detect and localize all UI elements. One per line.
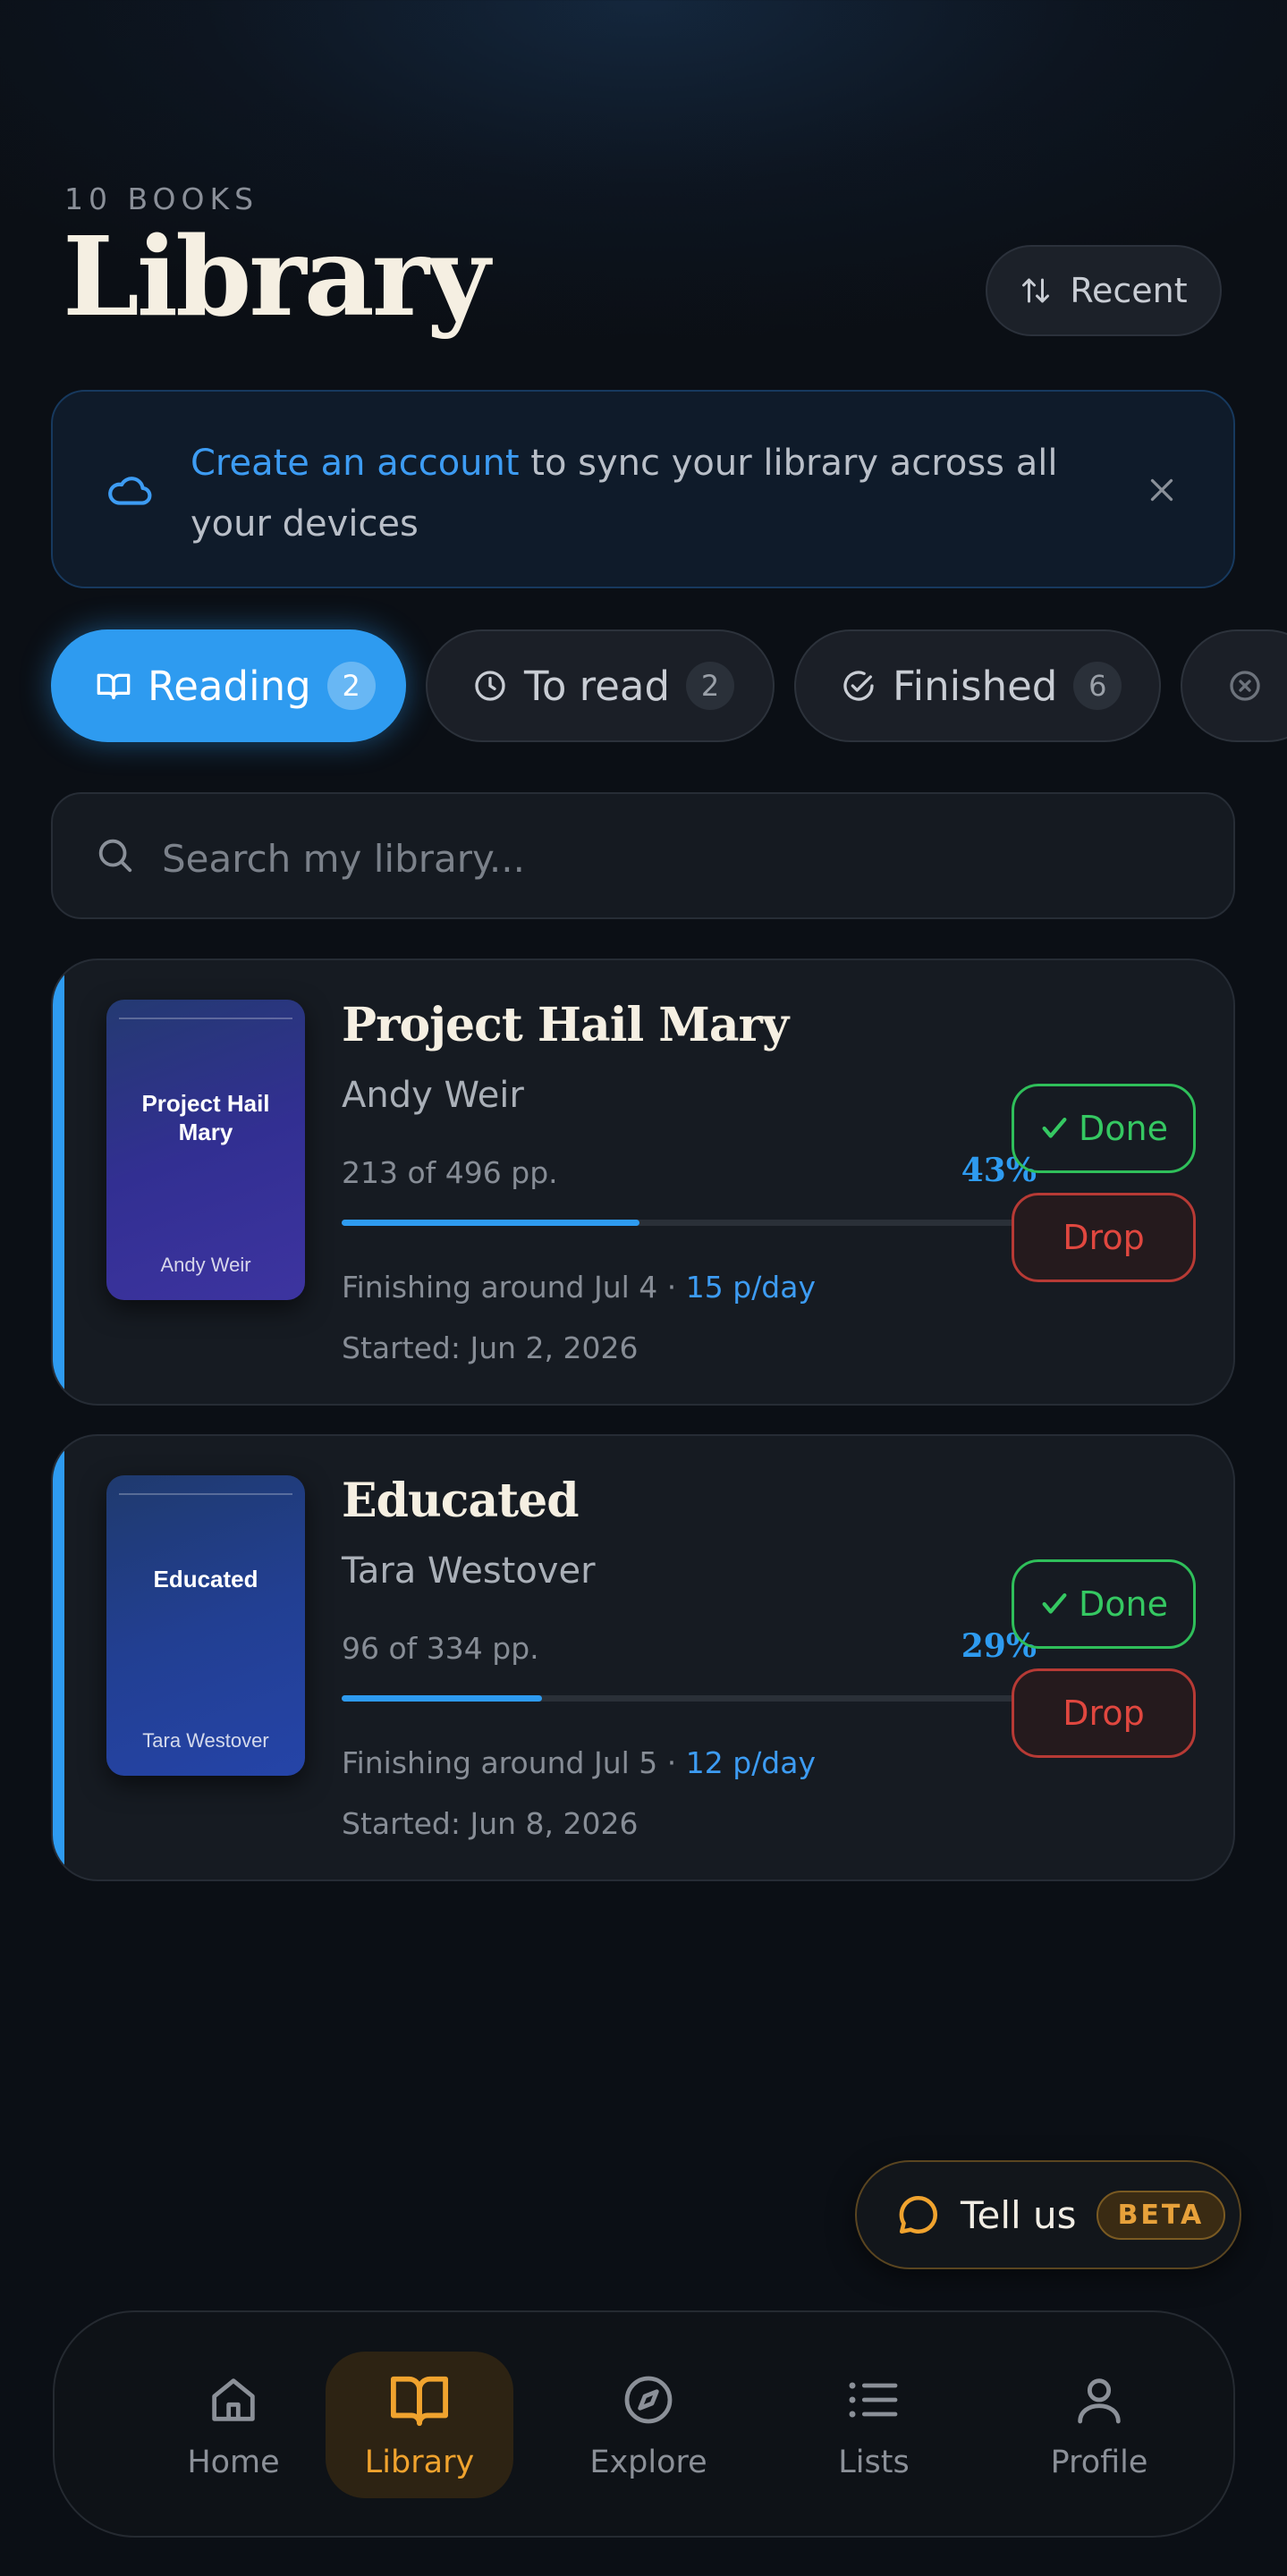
- started-date: Started: Jun 2, 2026: [342, 1330, 639, 1365]
- tab-reading[interactable]: Reading 2: [51, 629, 406, 742]
- checkmark-icon: [1039, 1113, 1070, 1144]
- done-button[interactable]: Done: [1012, 1084, 1196, 1173]
- tab-count-badge: 6: [1073, 662, 1122, 710]
- checkmark-icon: [1039, 1589, 1070, 1619]
- book-cover: Educated Tara Westover: [106, 1475, 305, 1776]
- x-circle-icon: [1227, 668, 1263, 704]
- finish-estimate: Finishing around Jul 5 · 12 p/day: [342, 1745, 817, 1780]
- nav-library[interactable]: Library: [326, 2312, 513, 2539]
- pages-per-day: 15 p/day: [685, 1270, 817, 1305]
- drop-button[interactable]: Drop: [1012, 1193, 1196, 1282]
- nav-label: Profile: [1050, 2445, 1148, 2480]
- finish-estimate: Finishing around Jul 4 · 15 p/day: [342, 1270, 817, 1305]
- book-title: Educated: [342, 1474, 580, 1528]
- beta-badge: BETA: [1096, 2190, 1226, 2240]
- nav-label: Explore: [589, 2445, 707, 2480]
- nav-label: Library: [364, 2445, 475, 2480]
- feedback-label: Tell us: [961, 2192, 1077, 2237]
- done-label: Done: [1079, 1584, 1168, 1624]
- close-icon[interactable]: [1146, 474, 1178, 506]
- home-icon: [205, 2371, 262, 2428]
- nav-label: Lists: [838, 2445, 910, 2480]
- search-bar: [51, 792, 1235, 919]
- nav-label: Home: [187, 2445, 280, 2480]
- progress-bar: [342, 1220, 1034, 1226]
- book-icon: [388, 2371, 451, 2428]
- book-cover: Project Hail Mary Andy Weir: [106, 1000, 305, 1300]
- cover-author: Andy Weir: [160, 1254, 251, 1276]
- clock-icon: [472, 668, 508, 704]
- progress-percent: 29%: [961, 1627, 1037, 1665]
- nav-lists[interactable]: Lists: [780, 2312, 968, 2539]
- compass-icon: [620, 2371, 677, 2428]
- book-card[interactable]: Project Hail Mary Andy Weir Project Hail…: [51, 959, 1235, 1406]
- card-accent-bar: [53, 960, 64, 1404]
- cloud-icon: [105, 470, 153, 510]
- done-button[interactable]: Done: [1012, 1559, 1196, 1649]
- search-icon: [94, 834, 135, 875]
- book-title: Project Hail Mary: [342, 998, 789, 1052]
- list-icon: [845, 2371, 902, 2428]
- pages-read: 213 of 496 pp.: [342, 1155, 558, 1190]
- book-author: Tara Westover: [342, 1550, 596, 1592]
- done-label: Done: [1079, 1109, 1168, 1148]
- check-circle-icon: [841, 668, 876, 704]
- progress-fill: [342, 1220, 639, 1226]
- sort-button[interactable]: Recent: [986, 245, 1222, 336]
- cover-author: Tara Westover: [142, 1729, 269, 1752]
- progress-fill: [342, 1695, 543, 1702]
- tab-to-read[interactable]: To read 2: [426, 629, 775, 742]
- sort-label: Recent: [1070, 271, 1188, 310]
- progress-bar: [342, 1695, 1034, 1702]
- drop-button[interactable]: Drop: [1012, 1668, 1196, 1758]
- cover-title: Educated: [153, 1566, 258, 1592]
- sort-arrows-icon: [1020, 274, 1052, 307]
- book-card[interactable]: Educated Tara Westover Educated Tara Wes…: [51, 1434, 1235, 1881]
- started-date: Started: Jun 8, 2026: [342, 1806, 639, 1841]
- search-input[interactable]: [160, 826, 1147, 891]
- pages-read: 96 of 334 pp.: [342, 1631, 539, 1666]
- tab-label: Finished: [893, 662, 1058, 710]
- chat-bubble-icon: [896, 2192, 941, 2237]
- nav-profile[interactable]: Profile: [1005, 2312, 1193, 2539]
- tab-count-badge: 2: [326, 662, 376, 710]
- book-author: Andy Weir: [342, 1075, 524, 1116]
- card-accent-bar: [53, 1436, 64, 1879]
- tab-label: To read: [524, 662, 671, 710]
- user-icon: [1071, 2371, 1128, 2428]
- banner-message: Create an account to sync your library a…: [191, 433, 1112, 554]
- nav-home[interactable]: Home: [140, 2312, 327, 2539]
- open-book-icon: [96, 668, 131, 704]
- sync-banner: Create an account to sync your library a…: [51, 390, 1235, 588]
- pages-per-day: 12 p/day: [685, 1745, 817, 1780]
- page-title: Library: [63, 212, 490, 341]
- create-account-link[interactable]: Create an account: [191, 443, 520, 484]
- feedback-button[interactable]: Tell us BETA: [855, 2160, 1241, 2269]
- tab-finished[interactable]: Finished 6: [794, 629, 1161, 742]
- tab-label: Reading: [148, 662, 311, 710]
- tab-dropped[interactable]: [1181, 629, 1287, 742]
- progress-percent: 43%: [961, 1152, 1037, 1189]
- cover-title: Project Hail Mary: [141, 1090, 270, 1145]
- nav-explore[interactable]: Explore: [555, 2312, 742, 2539]
- bottom-nav: Home Library Explore Lists Profile: [53, 2310, 1235, 2538]
- tab-count-badge: 2: [686, 662, 735, 710]
